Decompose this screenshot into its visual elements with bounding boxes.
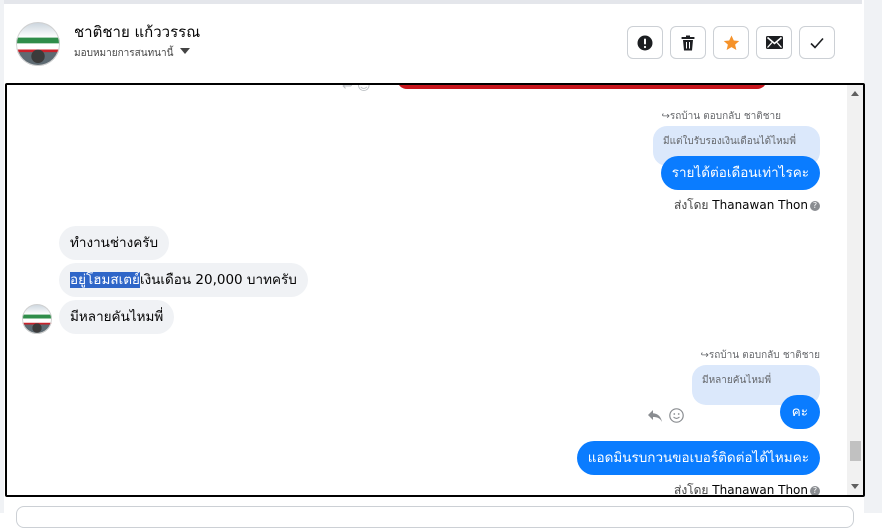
- assign-conversation-label[interactable]: มอบหมายการสนทนานี้: [74, 46, 173, 61]
- scrollbar-thumb[interactable]: [850, 441, 861, 461]
- message-thread[interactable]: ↩ ☺ ↪รถบ้าน ตอบกลับ ชาติชาย มีแต่ใบรับรอ…: [5, 83, 865, 497]
- sent-by-label: ส่งโดย Thanawan Thon?: [674, 481, 820, 495]
- star-button[interactable]: [713, 26, 749, 59]
- alert-icon: [637, 35, 653, 50]
- conversation-header: ชาติชาย แก้ววรรณ มอบหมายการสนทนานี้: [4, 4, 862, 82]
- chevron-down-icon[interactable]: [180, 48, 190, 54]
- incoming-message-bubble[interactable]: ทำงานช่างครับ: [59, 226, 170, 260]
- outgoing-message-bubble[interactable]: แอดมินรบกวนขอเบอร์ติดต่อได้ไหมคะ: [576, 441, 820, 475]
- sent-by-label: ส่งโดย Thanawan Thon?: [674, 196, 820, 215]
- trash-icon: [681, 35, 695, 50]
- incoming-message-bubble[interactable]: มีหลายคันไหมพี่: [59, 300, 175, 334]
- message-composer[interactable]: [16, 506, 854, 528]
- info-icon[interactable]: ?: [810, 200, 820, 211]
- info-icon[interactable]: ?: [810, 485, 820, 495]
- mark-unread-button[interactable]: [756, 26, 792, 59]
- outgoing-message-bubble[interactable]: คะ: [779, 395, 820, 429]
- reply-icon[interactable]: [647, 409, 663, 423]
- mail-icon: [765, 36, 783, 49]
- delete-button[interactable]: [670, 26, 706, 59]
- attachment-preview[interactable]: [397, 85, 767, 89]
- right-edge: [864, 0, 882, 513]
- message-actions: [647, 408, 684, 423]
- reply-icon[interactable]: ↩ ☺: [342, 85, 371, 94]
- scrollbar[interactable]: [847, 85, 863, 495]
- contact-avatar-small[interactable]: [22, 304, 52, 334]
- selected-text[interactable]: อยู่โฮมสเตย์: [70, 272, 140, 288]
- contact-name[interactable]: ชาติชาย แก้ววรรณ: [74, 20, 200, 44]
- reply-label: ↪รถบ้าน ตอบกลับ ชาติชาย: [661, 111, 781, 122]
- scroll-up-arrow-icon[interactable]: [851, 91, 859, 96]
- contact-avatar[interactable]: [16, 22, 60, 66]
- outgoing-message-bubble[interactable]: รายได้ต่อเดือนเท่าไรคะ: [660, 156, 820, 190]
- sender-name[interactable]: Thanawan Thon: [712, 198, 808, 212]
- incoming-message-bubble[interactable]: อยู่โฮมสเตย์เงินเดือน 20,000 บาทครับ: [59, 263, 308, 297]
- message-text: เงินเดือน 20,000 บาทครับ: [139, 272, 297, 288]
- mark-done-button[interactable]: [799, 26, 835, 59]
- emoji-react-icon[interactable]: [669, 408, 684, 423]
- reply-label: ↪รถบ้าน ตอบกลับ ชาติชาย: [700, 350, 820, 361]
- mark-spam-button[interactable]: [627, 26, 663, 59]
- star-icon: [723, 35, 739, 50]
- reply-arrow-icon: ↪: [661, 111, 670, 122]
- scroll-down-arrow-icon[interactable]: [851, 484, 859, 489]
- sender-name[interactable]: Thanawan Thon: [712, 483, 808, 495]
- check-icon: [810, 37, 824, 49]
- reply-arrow-icon: ↪: [700, 350, 709, 361]
